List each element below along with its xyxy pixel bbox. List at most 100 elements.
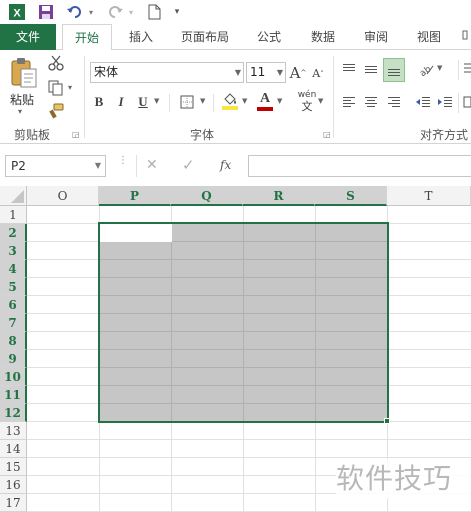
borders-icon[interactable] [178, 93, 196, 111]
copy-dropdown-icon[interactable]: ▾ [68, 83, 72, 92]
tab-view[interactable]: 视图 [406, 24, 452, 50]
fill-handle[interactable] [384, 418, 390, 424]
formula-input[interactable] [248, 155, 471, 177]
cut-icon[interactable] [46, 54, 66, 72]
column-header-T[interactable]: T [387, 186, 471, 206]
row-header-6[interactable]: 6 [0, 296, 27, 314]
row-header-9[interactable]: 9 [0, 350, 27, 368]
format-painter-icon[interactable] [46, 102, 66, 120]
row-header-4[interactable]: 4 [0, 260, 27, 278]
font-size-combo[interactable]: 11 ▼ [246, 62, 286, 83]
name-box-value: P2 [11, 159, 26, 173]
tab-file[interactable]: 文件 [0, 24, 56, 50]
tab-formulas[interactable]: 公式 [246, 24, 292, 50]
chevron-down-icon[interactable]: ▼ [95, 156, 101, 176]
select-all-corner[interactable] [0, 186, 27, 206]
column-header-P[interactable]: P [99, 186, 171, 206]
row-header-15[interactable]: 15 [0, 458, 27, 476]
enter-icon[interactable]: ✓ [182, 156, 195, 174]
row-header-17[interactable]: 17 [0, 494, 27, 512]
redo-icon[interactable] [104, 2, 126, 22]
separator [458, 93, 459, 113]
row-header-2[interactable]: 2 [0, 224, 27, 242]
tab-page-layout[interactable]: 页面布局 [172, 24, 238, 50]
row-header-12[interactable]: 12 [0, 404, 27, 422]
align-bottom-icon[interactable] [383, 58, 405, 82]
align-right-icon[interactable] [385, 93, 403, 111]
tab-home[interactable]: 开始 [62, 24, 112, 51]
row-header-1[interactable]: 1 [0, 206, 27, 224]
phonetic-guide-button[interactable]: wén 文 [296, 89, 318, 113]
undo-icon[interactable] [64, 2, 86, 22]
row-header-5[interactable]: 5 [0, 278, 27, 296]
orientation-icon[interactable]: ab [415, 60, 437, 78]
chevron-down-icon[interactable]: ▼ [277, 63, 283, 82]
formula-bar: P2 ▼ ⋮ ✕ ✓ fx [0, 144, 471, 186]
phonetic-bottom: 文 [301, 99, 313, 113]
align-center-icon[interactable] [362, 93, 380, 111]
undo-dropdown-icon[interactable]: ▾ [86, 2, 96, 22]
row-header-14[interactable]: 14 [0, 440, 27, 458]
font-color-button[interactable]: A [255, 90, 275, 112]
column-header-O[interactable]: O [27, 186, 99, 206]
row-header-7[interactable]: 7 [0, 314, 27, 332]
wrap-text-icon[interactable] [462, 60, 471, 78]
fill-color-dropdown-icon[interactable]: ▼ [242, 97, 247, 105]
font-name-combo[interactable]: 宋体 ▼ [90, 62, 244, 83]
row-header-13[interactable]: 13 [0, 422, 27, 440]
separator [458, 60, 459, 80]
tab-data[interactable]: 数据 [300, 24, 346, 50]
font-color-dropdown-icon[interactable]: ▼ [277, 97, 282, 105]
font-launcher-icon[interactable]: ◲ [323, 130, 331, 139]
font-group-label: 字体 [190, 128, 215, 142]
paste-dropdown-icon[interactable]: ▾ [18, 107, 22, 116]
column-header-R[interactable]: R [243, 186, 315, 206]
group-separator [84, 56, 85, 138]
cancel-icon[interactable]: ✕ [146, 157, 158, 173]
row-header-16[interactable]: 16 [0, 476, 27, 494]
align-left-icon[interactable] [340, 93, 358, 111]
bold-button[interactable]: B [90, 92, 108, 112]
align-top-icon[interactable] [340, 60, 358, 78]
name-box[interactable]: P2 ▼ [5, 155, 106, 177]
font-color-swatch [257, 107, 273, 111]
tab-more[interactable] [458, 24, 471, 50]
quick-access-toolbar: X ▾ ▾ ▾ [0, 0, 471, 24]
insert-function-icon[interactable]: fx [220, 158, 231, 172]
phonetic-dropdown-icon[interactable]: ▼ [318, 97, 323, 105]
paste-icon[interactable] [8, 56, 40, 90]
increase-indent-icon[interactable] [436, 93, 454, 111]
orientation-dropdown-icon[interactable]: ▼ [437, 64, 442, 72]
row-header-10[interactable]: 10 [0, 368, 27, 386]
tab-insert[interactable]: 插入 [118, 24, 164, 50]
separator [169, 94, 170, 112]
row-gridline [27, 457, 471, 458]
row-header-11[interactable]: 11 [0, 386, 27, 404]
decrease-indent-icon[interactable] [414, 93, 432, 111]
customize-qat-icon[interactable]: ▾ [170, 2, 184, 22]
copy-icon[interactable] [46, 79, 66, 97]
merge-center-icon[interactable] [462, 93, 471, 111]
fill-color-icon[interactable] [220, 90, 240, 112]
font-size-value: 11 [250, 65, 266, 79]
clipboard-launcher-icon[interactable]: ◲ [72, 130, 80, 139]
row-header-3[interactable]: 3 [0, 242, 27, 260]
shrink-font-button[interactable]: A ˅ [310, 64, 326, 83]
underline-dropdown-icon[interactable]: ▼ [154, 97, 159, 105]
column-header-S[interactable]: S [315, 186, 387, 206]
redo-dropdown-icon[interactable]: ▾ [126, 2, 136, 22]
paste-label[interactable]: 粘贴 [10, 91, 34, 108]
italic-button[interactable]: I [112, 92, 130, 112]
column-header-Q[interactable]: Q [171, 186, 243, 206]
align-middle-icon[interactable] [362, 60, 380, 78]
separator [136, 155, 137, 177]
row-header-8[interactable]: 8 [0, 332, 27, 350]
grow-font-button[interactable]: A ^ [290, 62, 307, 83]
chevron-down-icon[interactable]: ▼ [235, 63, 241, 82]
underline-button[interactable]: U [134, 92, 152, 112]
borders-dropdown-icon[interactable]: ▼ [200, 97, 205, 105]
tab-review[interactable]: 审阅 [353, 24, 399, 50]
formula-bar-grip-icon[interactable]: ⋮ [118, 156, 128, 166]
save-icon[interactable] [36, 2, 56, 22]
new-document-icon[interactable] [144, 2, 164, 22]
